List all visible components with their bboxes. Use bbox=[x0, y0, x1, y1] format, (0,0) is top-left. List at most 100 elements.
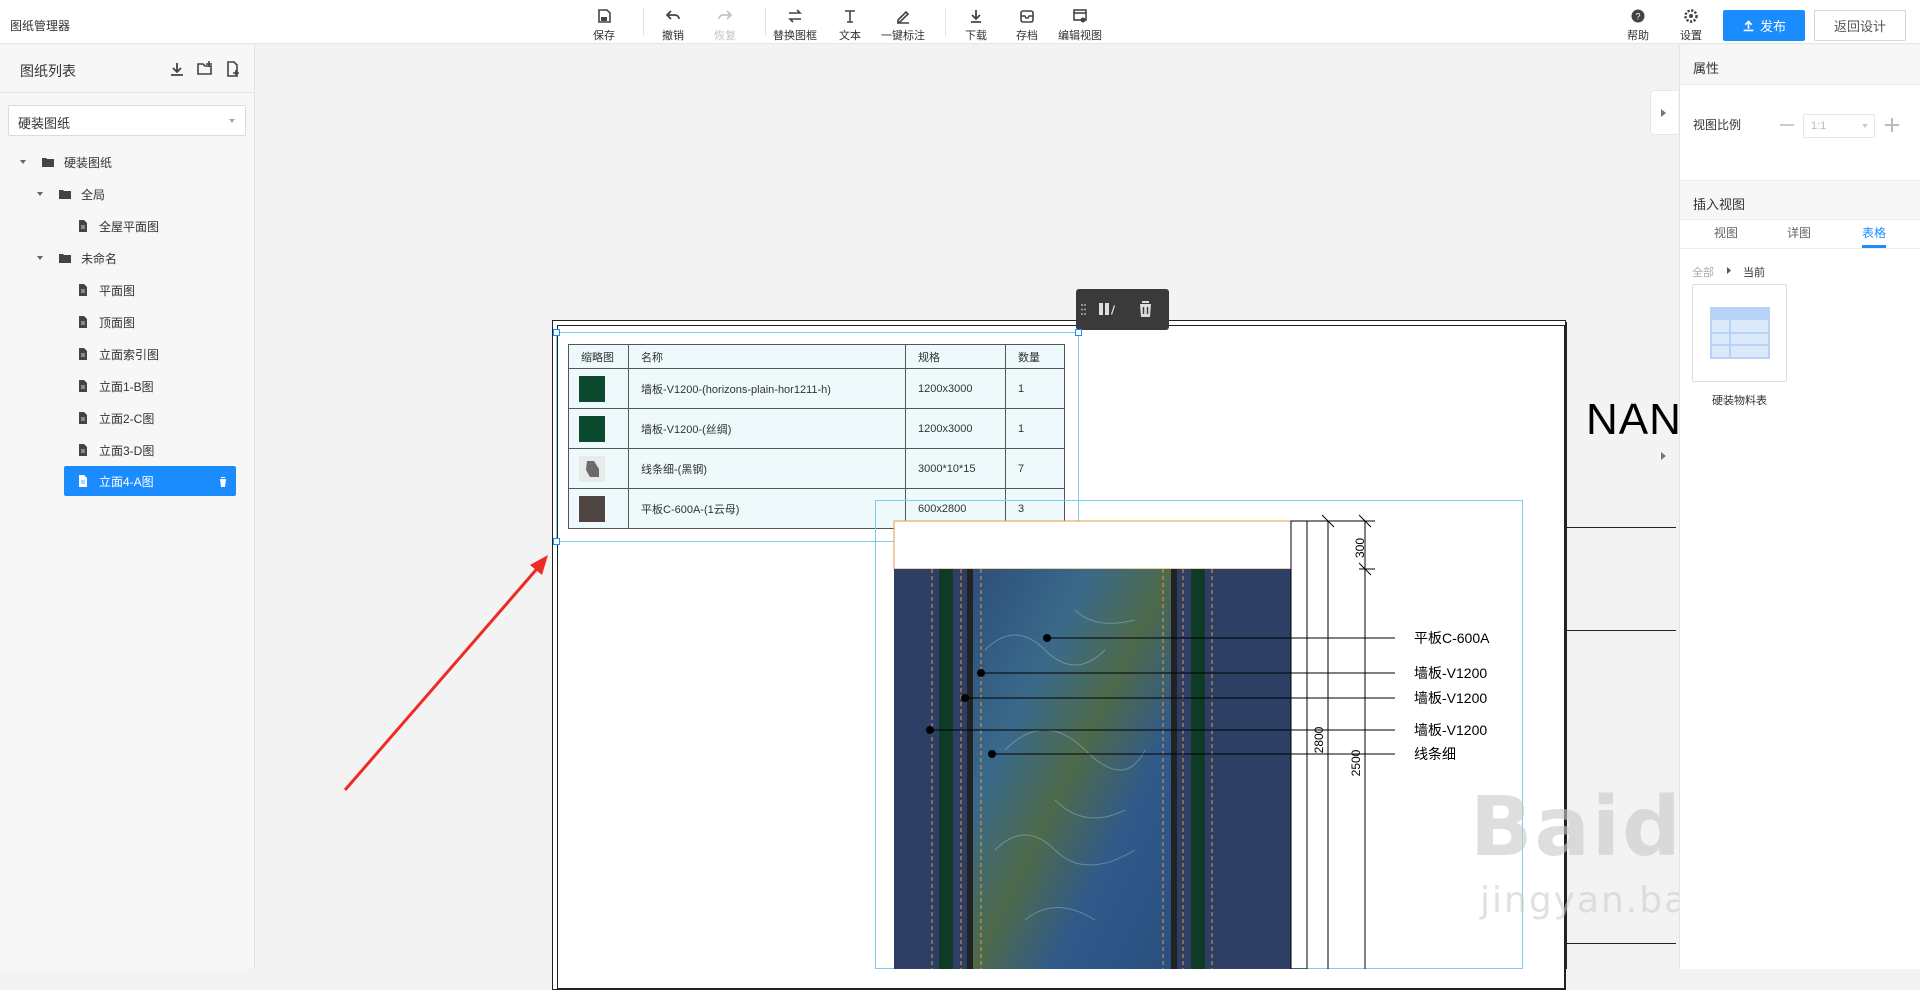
table-thumbnail-card[interactable] bbox=[1692, 284, 1787, 382]
tree-folder-hard-drawings[interactable]: 硬装图纸 bbox=[20, 147, 112, 177]
tree-folder-global[interactable]: 全局 bbox=[37, 179, 105, 209]
thumbnail-label: 硬装物料表 bbox=[1712, 395, 1767, 407]
tree-item-elevation-1b[interactable]: 立面1-B图 bbox=[77, 371, 154, 401]
edit-view-button[interactable]: 编辑视图 bbox=[1058, 8, 1102, 43]
download-label: 下载 bbox=[965, 30, 987, 42]
redo-button[interactable]: 恢复 bbox=[714, 8, 736, 43]
scale-label: 视图比例 bbox=[1693, 118, 1742, 132]
column-header-spec: 规格 bbox=[905, 344, 1006, 369]
new-folder-icon[interactable] bbox=[197, 61, 213, 77]
insert-view-title: 插入视图 bbox=[1693, 197, 1746, 212]
thumbnail-cell bbox=[568, 408, 629, 449]
pen-icon bbox=[897, 10, 910, 24]
caret-right-icon bbox=[1727, 267, 1731, 274]
tree-item-ceiling-plan[interactable]: 顶面图 bbox=[77, 307, 135, 337]
tab-divider bbox=[1679, 248, 1920, 249]
expand-arrow-icon[interactable] bbox=[37, 192, 43, 196]
expand-arrow-icon[interactable] bbox=[37, 256, 43, 260]
edit-table-icon[interactable] bbox=[1098, 300, 1116, 318]
replace-frame-button[interactable]: 替换图框 bbox=[773, 8, 817, 43]
tree-label: 平面图 bbox=[99, 283, 136, 298]
tab-view[interactable]: 视图 bbox=[1714, 224, 1738, 241]
edit-view-icon bbox=[1073, 9, 1087, 23]
red-arrow-annotation bbox=[343, 555, 548, 791]
tree-label: 全屋平面图 bbox=[99, 219, 160, 234]
title-block-divider bbox=[1566, 527, 1676, 528]
sidebar-header: 图纸列表 bbox=[0, 45, 255, 93]
help-icon: ? bbox=[1631, 9, 1645, 23]
tree-label: 立面3-D图 bbox=[99, 443, 155, 458]
tree-item-floor-plan[interactable]: 平面图 bbox=[77, 275, 135, 305]
select-value: 硬装图纸 bbox=[18, 116, 71, 131]
material-name: 线条细-(黑钢) bbox=[628, 448, 906, 489]
archive-button[interactable]: 存档 bbox=[1016, 8, 1038, 43]
save-button[interactable]: 保存 bbox=[593, 8, 615, 43]
material-qty: 1 bbox=[1005, 368, 1065, 409]
tree-item-whole-house-plan[interactable]: 全屋平面图 bbox=[77, 211, 159, 241]
collapse-panel-button[interactable] bbox=[1650, 90, 1678, 135]
tree-label: 未命名 bbox=[81, 251, 118, 266]
edit-view-label: 编辑视图 bbox=[1058, 30, 1102, 42]
gear-icon bbox=[1684, 9, 1698, 23]
folder-icon bbox=[59, 254, 71, 263]
auto-annotate-button[interactable]: 一键标注 bbox=[881, 8, 925, 43]
material-qty: 7 bbox=[1005, 448, 1065, 489]
breadcrumb-all[interactable]: 全部 bbox=[1692, 264, 1714, 280]
insert-view-header: 插入视图 bbox=[1680, 180, 1920, 220]
tree-item-elevation-4a[interactable]: 立面4-A图 bbox=[64, 466, 236, 496]
folder-icon bbox=[59, 190, 71, 199]
text-button[interactable]: 文本 bbox=[839, 8, 861, 43]
resize-handle[interactable] bbox=[1075, 329, 1082, 336]
publish-button[interactable]: 发布 bbox=[1723, 10, 1805, 41]
column-header-name: 名称 bbox=[628, 344, 906, 369]
caret-right-icon bbox=[1661, 452, 1666, 460]
tree-item-elevation-3d[interactable]: 立面3-D图 bbox=[77, 435, 154, 465]
plus-icon[interactable] bbox=[1885, 118, 1899, 132]
tab-table[interactable]: 表格 bbox=[1862, 224, 1886, 241]
help-button[interactable]: ? 帮助 bbox=[1627, 8, 1649, 43]
settings-button[interactable]: 设置 bbox=[1680, 8, 1702, 43]
properties-header: 属性 bbox=[1680, 45, 1920, 85]
tree-label: 立面索引图 bbox=[99, 347, 160, 362]
download-button[interactable]: 下载 bbox=[965, 8, 987, 43]
help-label: 帮助 bbox=[1627, 30, 1649, 42]
text-label: 文本 bbox=[839, 30, 861, 42]
callout-label: 墙板-V1200 bbox=[1414, 722, 1488, 738]
redo-label: 恢复 bbox=[714, 30, 736, 42]
back-to-design-button[interactable]: 返回设计 bbox=[1814, 10, 1906, 41]
tree-item-elevation-index[interactable]: 立面索引图 bbox=[77, 339, 159, 369]
undo-button[interactable]: 撤销 bbox=[662, 8, 684, 43]
title-block-divider bbox=[1566, 630, 1676, 631]
folder-icon bbox=[42, 158, 54, 167]
trash-icon[interactable] bbox=[1137, 300, 1154, 318]
scale-input[interactable]: 1:1 bbox=[1803, 114, 1875, 138]
tab-detail[interactable]: 详图 bbox=[1787, 224, 1811, 241]
tree-folder-unnamed[interactable]: 未命名 bbox=[37, 243, 117, 273]
table-header-row: 缩略图 名称 规格 数量 bbox=[568, 344, 1065, 369]
drag-handle-icon[interactable] bbox=[1081, 303, 1086, 316]
file-icon bbox=[79, 475, 87, 487]
save-icon bbox=[598, 9, 611, 23]
delete-icon[interactable] bbox=[218, 476, 228, 487]
table-floating-toolbar bbox=[1076, 289, 1169, 330]
file-icon bbox=[79, 444, 87, 456]
redo-icon bbox=[718, 10, 733, 20]
drawing-type-select[interactable]: 硬装图纸 bbox=[8, 105, 246, 136]
table-icon bbox=[1710, 307, 1770, 359]
import-icon[interactable] bbox=[169, 61, 185, 77]
properties-title: 属性 bbox=[1693, 61, 1720, 76]
profile-shape-icon bbox=[586, 460, 599, 477]
minus-icon[interactable] bbox=[1780, 124, 1794, 127]
chevron-down-icon bbox=[1862, 124, 1868, 128]
resize-handle[interactable] bbox=[553, 329, 560, 336]
dim-2500: 2500 bbox=[1349, 749, 1363, 776]
material-qty: 1 bbox=[1005, 408, 1065, 449]
new-file-icon[interactable] bbox=[225, 61, 241, 77]
expand-arrow-icon[interactable] bbox=[20, 160, 26, 164]
tree-item-elevation-2c[interactable]: 立面2-C图 bbox=[77, 403, 154, 433]
right-panel: 属性 视图比例 1:1 插入视图 bbox=[1679, 45, 1920, 969]
resize-handle[interactable] bbox=[553, 538, 560, 545]
sidebar: 图纸列表 硬装图纸 硬装图纸 全局 全屋平面图 未命名 平面图 顶面图 立面索引… bbox=[0, 45, 255, 969]
swap-icon bbox=[788, 9, 802, 23]
column-header-thumbnail: 缩略图 bbox=[568, 344, 629, 369]
